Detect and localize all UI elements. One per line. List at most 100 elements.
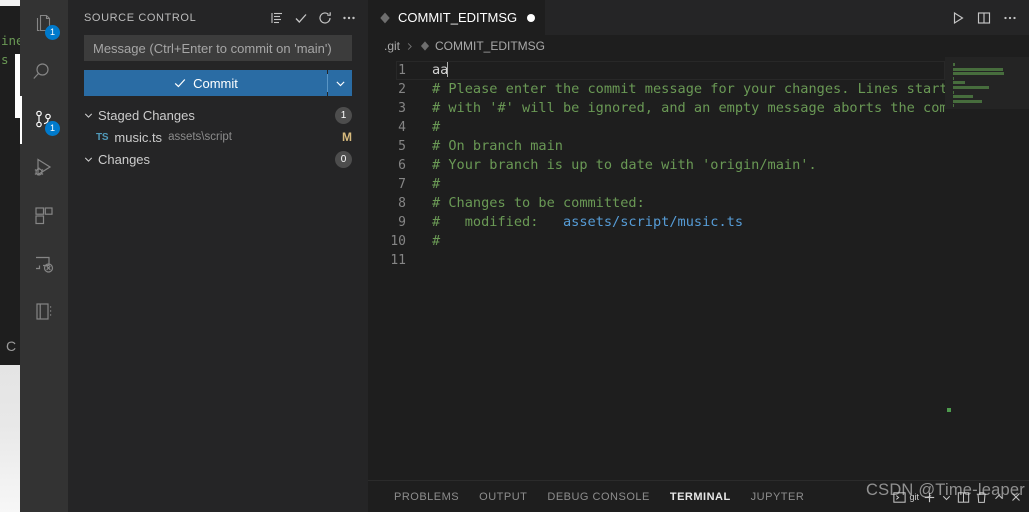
sidebar-group-staged-changes[interactable]: Staged Changes 1 <box>68 104 368 126</box>
commit-dropdown-button[interactable] <box>328 70 352 96</box>
code-line-text: # Please enter the commit message for yo… <box>406 80 972 99</box>
code-token-comment: # <box>432 119 441 135</box>
changes-count: 0 <box>335 150 352 168</box>
panel-tab-debug-console[interactable]: DEBUG CONSOLE <box>537 481 659 512</box>
activity-bar-item-source-control[interactable]: 1 <box>20 96 68 144</box>
activity-bar-item-run-and-debug[interactable] <box>20 144 68 192</box>
breadcrumb: .git COMMIT_EDITMSG <box>368 35 1029 57</box>
split-terminal-button[interactable] <box>956 486 971 508</box>
kill-terminal-button[interactable] <box>974 486 989 508</box>
explorer-badge: 1 <box>45 25 60 40</box>
code-token-comment: # <box>432 233 441 249</box>
code-token-path: assets/script/music.ts <box>562 214 744 230</box>
terminal-shell-label: git <box>909 492 919 502</box>
code-line-text: # <box>406 118 440 137</box>
minimap-line <box>953 67 1003 71</box>
chevron-down-icon <box>940 491 953 504</box>
ellipsis-icon[interactable] <box>999 7 1021 29</box>
minimap-line <box>953 76 954 80</box>
maximize-panel-button[interactable] <box>992 486 1006 508</box>
code-editor[interactable]: 1 aa 2 # Please enter the commit message fo… <box>368 57 1029 480</box>
close-icon <box>1009 490 1023 504</box>
line-number: 6 <box>398 158 406 173</box>
close-panel-button[interactable] <box>1009 486 1023 508</box>
source-control-badge: 1 <box>45 121 60 136</box>
ellipsis-icon[interactable] <box>338 7 360 29</box>
refresh-icon[interactable] <box>314 7 336 29</box>
source-control-resource-groups: Staged Changes 1 TS music.ts assets\scri… <box>68 104 368 170</box>
editor-group: COMMIT_EDITMSG .git COMMIT_EDITMSG 1 aa … <box>368 0 1029 480</box>
panel-tab-problems[interactable]: PROBLEMS <box>384 481 469 512</box>
line-number: 3 <box>398 101 406 116</box>
minimap[interactable] <box>945 57 1029 480</box>
minimap-line <box>953 85 989 89</box>
plus-icon <box>922 490 937 505</box>
staged-changes-label: Staged Changes <box>98 107 195 123</box>
activity-bar-item-remote-explorer[interactable] <box>20 240 68 288</box>
commit-button-row: Commit <box>84 70 352 96</box>
play-icon[interactable] <box>947 7 969 29</box>
commit-message-input[interactable] <box>84 35 352 61</box>
sidebar-group-changes[interactable]: Changes 0 <box>68 148 368 170</box>
code-token-comment: # On branch main <box>432 138 563 154</box>
typescript-file-icon: TS <box>96 131 109 143</box>
staged-file-row[interactable]: TS music.ts assets\script M <box>68 126 368 148</box>
tab-dirty-indicator[interactable] <box>527 13 536 22</box>
tab-label: COMMIT_EDITMSG <box>398 10 518 25</box>
activity-bar: 1 1 <box>20 0 68 512</box>
commit-check-icon[interactable] <box>290 7 312 29</box>
activity-bar-item-jupyter-notebook[interactable] <box>20 288 68 336</box>
minimap-line <box>953 104 954 108</box>
chevron-down-icon <box>80 107 96 123</box>
line-number: 5 <box>398 139 406 154</box>
commit-button[interactable]: Commit <box>84 70 327 96</box>
code-line: 4 # <box>368 118 945 137</box>
background-window-titlebar <box>0 0 20 6</box>
terminal-shell-selector[interactable]: git <box>892 486 919 508</box>
code-line-text: # On branch main <box>406 137 563 156</box>
tab-commit-editmsg[interactable]: COMMIT_EDITMSG <box>368 0 547 35</box>
code-line-text: # <box>406 232 440 251</box>
activity-bar-item-search[interactable] <box>20 48 68 96</box>
code-token-comment: # <box>432 176 441 192</box>
code-line-text: # with '#' will be ignored, and an empty… <box>406 99 980 118</box>
activity-bar-item-extensions[interactable] <box>20 192 68 240</box>
code-lines: 1 aa 2 # Please enter the commit message fo… <box>368 61 980 270</box>
minimap-line <box>953 99 982 103</box>
code-line-text: # modified: assets/script/music.ts <box>406 213 743 232</box>
staged-file-name: music.ts <box>114 129 163 145</box>
view-as-list-icon[interactable] <box>266 7 288 29</box>
breadcrumb-git-label: .git <box>384 39 401 53</box>
vscode-window: ines s t C 1 1 SOURCE CONTROL Message (C… <box>0 0 1029 512</box>
code-token-comment: # with '#' will be ignored, and an empty… <box>432 100 981 116</box>
code-line: 5 # On branch main <box>368 137 945 156</box>
split-editor-icon[interactable] <box>973 7 995 29</box>
code-token-comment: # Changes to be committed: <box>432 195 645 211</box>
source-control-sidebar: SOURCE CONTROL Message (Ctrl+Enter to co… <box>68 0 368 512</box>
code-token-comment: # modified: <box>432 214 563 230</box>
activity-bar-item-explorer[interactable]: 1 <box>20 0 68 48</box>
notebook-icon <box>32 300 56 324</box>
staged-file-status-badge: M <box>342 130 352 144</box>
tab-bar-filler <box>546 0 947 35</box>
new-terminal-button[interactable] <box>922 486 937 508</box>
terminal-profile-dropdown[interactable] <box>940 486 953 508</box>
sidebar-header-actions <box>266 7 360 29</box>
code-line-text: aa <box>406 61 449 80</box>
breadcrumb-file-label: COMMIT_EDITMSG <box>435 39 546 53</box>
commit-button-label: Commit <box>193 75 238 91</box>
staged-changes-count: 1 <box>335 106 352 124</box>
panel-tab-jupyter[interactable]: JUPYTER <box>741 481 815 512</box>
breadcrumb-item-git[interactable]: .git <box>384 39 400 53</box>
code-line-text: # <box>406 175 440 194</box>
panel-tab-output[interactable]: OUTPUT <box>469 481 537 512</box>
sidebar-header: SOURCE CONTROL <box>68 0 368 35</box>
code-line: 8 # Changes to be committed: <box>368 194 945 213</box>
minimap-line <box>953 81 966 85</box>
line-number: 8 <box>398 196 406 211</box>
breadcrumb-item-file[interactable]: COMMIT_EDITMSG <box>419 39 545 53</box>
chevron-up-icon <box>992 490 1006 504</box>
panel-tab-terminal[interactable]: TERMINAL <box>660 481 741 512</box>
line-number: 9 <box>398 215 406 230</box>
